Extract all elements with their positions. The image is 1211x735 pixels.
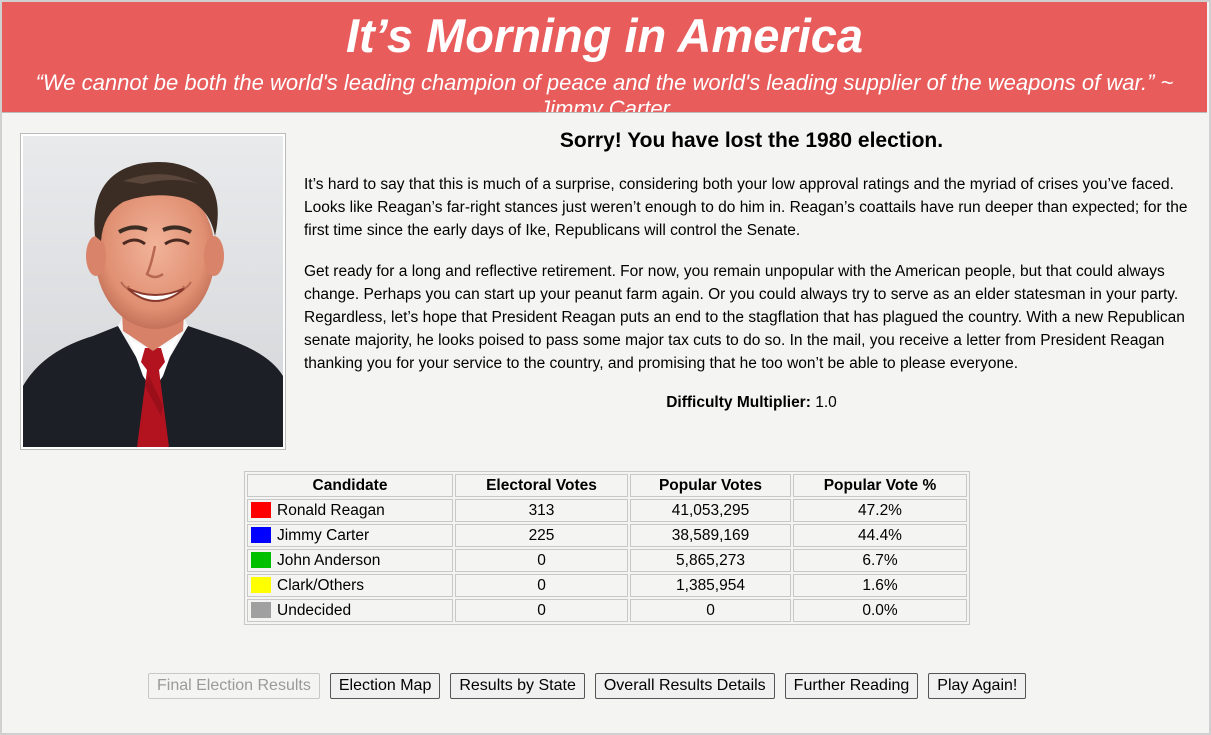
final-election-results-button: Final Election Results <box>148 673 320 699</box>
overall-results-details-button[interactable]: Overall Results Details <box>594 673 775 699</box>
difficulty-label: Difficulty Multiplier: <box>666 394 811 411</box>
page-title: It’s Morning in America <box>345 9 864 62</box>
difficulty-multiplier: Difficulty Multiplier: 1.0 <box>304 393 1199 413</box>
candidate-name: Clark/Others <box>277 576 364 594</box>
header-quote: “We cannot be both the world's leading c… <box>35 70 1174 113</box>
candidate-cell: Ronald Reagan <box>247 499 453 522</box>
table-header-row: Candidate Electoral Votes Popular Votes … <box>247 474 967 497</box>
play-again-button[interactable]: Play Again! <box>928 673 1027 699</box>
table-row: Undecided 0 0 0.0% <box>247 599 967 622</box>
candidate-name: John Anderson <box>277 551 381 569</box>
popular-votes-cell: 41,053,295 <box>630 499 791 522</box>
popular-votes-cell: 1,385,954 <box>630 574 791 597</box>
results-by-state-button[interactable]: Results by State <box>450 673 585 699</box>
result-content: Sorry! You have lost the 1980 election. … <box>304 124 1199 413</box>
electoral-votes-cell: 0 <box>455 549 628 572</box>
candidate-cell: John Anderson <box>247 549 453 572</box>
popular-votes-cell: 5,865,273 <box>630 549 791 572</box>
popular-vote-pct-cell: 6.7% <box>793 549 967 572</box>
popular-vote-pct-cell: 47.2% <box>793 499 967 522</box>
result-paragraph-2: Get ready for a long and reflective reti… <box>304 263 1185 372</box>
table-row: Jimmy Carter 225 38,589,169 44.4% <box>247 524 967 547</box>
candidate-cell: Clark/Others <box>247 574 453 597</box>
further-reading-button[interactable]: Further Reading <box>784 673 919 699</box>
reagan-portrait-image <box>23 136 283 447</box>
candidate-color-swatch <box>251 501 271 518</box>
candidate-cell: Undecided <box>247 599 453 622</box>
table-row: John Anderson 0 5,865,273 6.7% <box>247 549 967 572</box>
result-heading: Sorry! You have lost the 1980 election. <box>559 129 944 152</box>
candidate-color-swatch <box>251 526 271 543</box>
candidate-name: Jimmy Carter <box>277 526 370 544</box>
popular-votes-cell: 38,589,169 <box>630 524 791 547</box>
page-header: It’s Morning in America “We cannot be bo… <box>2 2 1207 113</box>
candidate-color-swatch <box>251 601 271 618</box>
difficulty-value: 1.0 <box>815 394 837 411</box>
candidate-name: Ronald Reagan <box>277 501 385 519</box>
candidate-color-swatch <box>251 551 271 568</box>
table-row: Ronald Reagan 313 41,053,295 47.2% <box>247 499 967 522</box>
result-paragraph-1: It’s hard to say that this is much of a … <box>304 176 1188 239</box>
candidate-portrait <box>20 133 286 450</box>
column-header-popular-vote-pct: Popular Vote % <box>793 474 967 497</box>
electoral-votes-cell: 313 <box>455 499 628 522</box>
column-header-popular-votes: Popular Votes <box>630 474 791 497</box>
electoral-votes-cell: 0 <box>455 574 628 597</box>
column-header-candidate: Candidate <box>247 474 453 497</box>
column-header-electoral-votes: Electoral Votes <box>455 474 628 497</box>
candidate-cell: Jimmy Carter <box>247 524 453 547</box>
results-table: Candidate Electoral Votes Popular Votes … <box>244 471 970 625</box>
election-map-button[interactable]: Election Map <box>329 673 441 699</box>
popular-votes-cell: 0 <box>630 599 791 622</box>
electoral-votes-cell: 0 <box>455 599 628 622</box>
popular-vote-pct-cell: 44.4% <box>793 524 967 547</box>
candidate-color-swatch <box>251 576 271 593</box>
navigation-buttons: Final Election Results Election Map Resu… <box>148 673 1027 699</box>
table-row: Clark/Others 0 1,385,954 1.6% <box>247 574 967 597</box>
candidate-name: Undecided <box>277 601 352 619</box>
popular-vote-pct-cell: 1.6% <box>793 574 967 597</box>
popular-vote-pct-cell: 0.0% <box>793 599 967 622</box>
electoral-votes-cell: 225 <box>455 524 628 547</box>
